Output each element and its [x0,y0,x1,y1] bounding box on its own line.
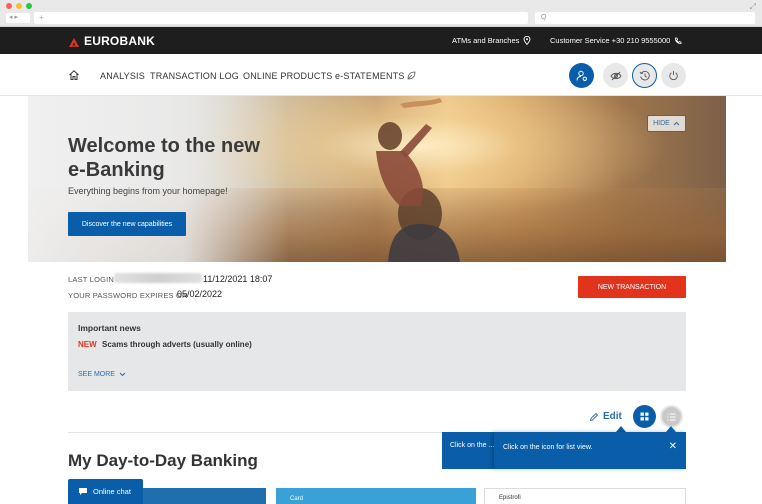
online-chat-label: Online chat [93,487,131,496]
phone-icon [675,37,682,44]
onboarding-tooltip-list-view: Click on the icon for list view. ✕ [494,432,686,469]
main-nav: ANALYSIS TRANSACTION LOG ONLINE PRODUCTS… [0,54,762,96]
location-pin-icon [523,36,531,45]
brand-name: EUROBANK [84,34,155,48]
browser-chrome: ◂▸ + Q ⤢ [0,0,762,27]
password-expiry-value: 05/02/2022 [177,289,223,299]
news-headline[interactable]: Scams through adverts (usually online) [102,340,252,349]
user-settings-button[interactable] [569,63,594,88]
list-view-button[interactable] [660,405,683,428]
customer-service-link[interactable]: Customer Service +30 210 9555000 [550,36,682,45]
logo-icon [68,35,80,47]
eurobank-logo[interactable]: EUROBANK [68,34,155,48]
edit-button[interactable]: Edit [589,411,622,422]
atms-branches-link[interactable]: ATMs and Branches [452,36,531,45]
nav-transaction-log[interactable]: TRANSACTION LOG [150,71,239,81]
search-bar[interactable]: Q [535,12,755,24]
grid-view-button[interactable] [633,405,656,428]
list-icon [667,413,676,420]
maximize-window-button[interactable] [26,3,32,9]
close-window-button[interactable] [6,3,12,9]
browser-tab[interactable]: + [34,12,528,24]
tooltip-arrow-list [666,426,676,432]
leaf-icon [407,71,416,80]
hide-label: HIDE [653,120,670,127]
important-news-panel: Important news NEW Scams through adverts… [68,312,686,391]
see-more-label: SEE MORE [78,371,115,378]
epistrofi-card[interactable]: Epistrofi [484,488,686,504]
expand-icon[interactable]: ⤢ [750,2,756,12]
eye-slash-icon [609,71,622,80]
hide-balances-button[interactable] [603,63,628,88]
news-title: Important news [78,323,141,333]
tooltip-text: Click on the icon for list view. [503,444,593,451]
history-button[interactable] [632,63,657,88]
edit-label: Edit [603,411,622,422]
welcome-subtitle: Everything begins from your homepage! [68,186,228,196]
minimize-window-button[interactable] [16,3,22,9]
nav-analysis[interactable]: ANALYSIS [100,71,145,81]
atms-label: ATMs and Branches [452,36,520,45]
customer-service-label: Customer Service +30 210 9555000 [550,36,671,45]
new-badge: NEW [78,340,97,349]
blurred-username [114,273,202,283]
chevron-up-icon [673,121,680,126]
top-bar: EUROBANK ATMs and Branches Customer Serv… [0,27,762,54]
back-forward-icon[interactable]: ◂▸ [6,13,30,23]
card-product[interactable]: Card [276,488,476,504]
power-icon [669,71,678,81]
home-icon[interactable] [68,68,80,86]
last-login-label: LAST LOGIN [68,275,115,284]
history-icon [639,70,650,80]
new-transaction-button[interactable]: NEW TRANSACTION [578,276,686,298]
welcome-title: Welcome to the new e-Banking [68,135,260,181]
nav-e-statements-label: e-STATEMENTS [335,71,405,81]
epistrofi-label: Epistrofi [499,495,521,501]
online-chat-button[interactable]: Online chat [68,479,143,504]
logout-button[interactable] [661,63,686,88]
chat-icon [79,488,87,495]
section-divider [68,432,444,433]
welcome-banner: Welcome to the new e-Banking Everything … [28,96,726,262]
discover-capabilities-button[interactable]: Discover the new capabilities [68,212,186,236]
day-to-day-banking-title: My Day-to-Day Banking [68,451,258,470]
nav-e-statements[interactable]: e-STATEMENTS [335,71,416,81]
pencil-icon [589,412,599,421]
last-login-value: 11/12/2021 18:07 [203,274,273,284]
password-expiry-label: YOUR PASSWORD EXPIRES ON [68,291,188,300]
see-more-link[interactable]: SEE MORE [78,371,126,378]
close-icon[interactable]: ✕ [669,441,677,452]
hide-banner-button[interactable]: HIDE [647,115,686,132]
user-cog-icon [576,70,587,81]
card-label: Card [290,496,304,502]
chevron-down-icon [119,372,126,377]
nav-online-products[interactable]: ONLINE PRODUCTS [243,71,333,81]
grid-icon [640,412,649,421]
